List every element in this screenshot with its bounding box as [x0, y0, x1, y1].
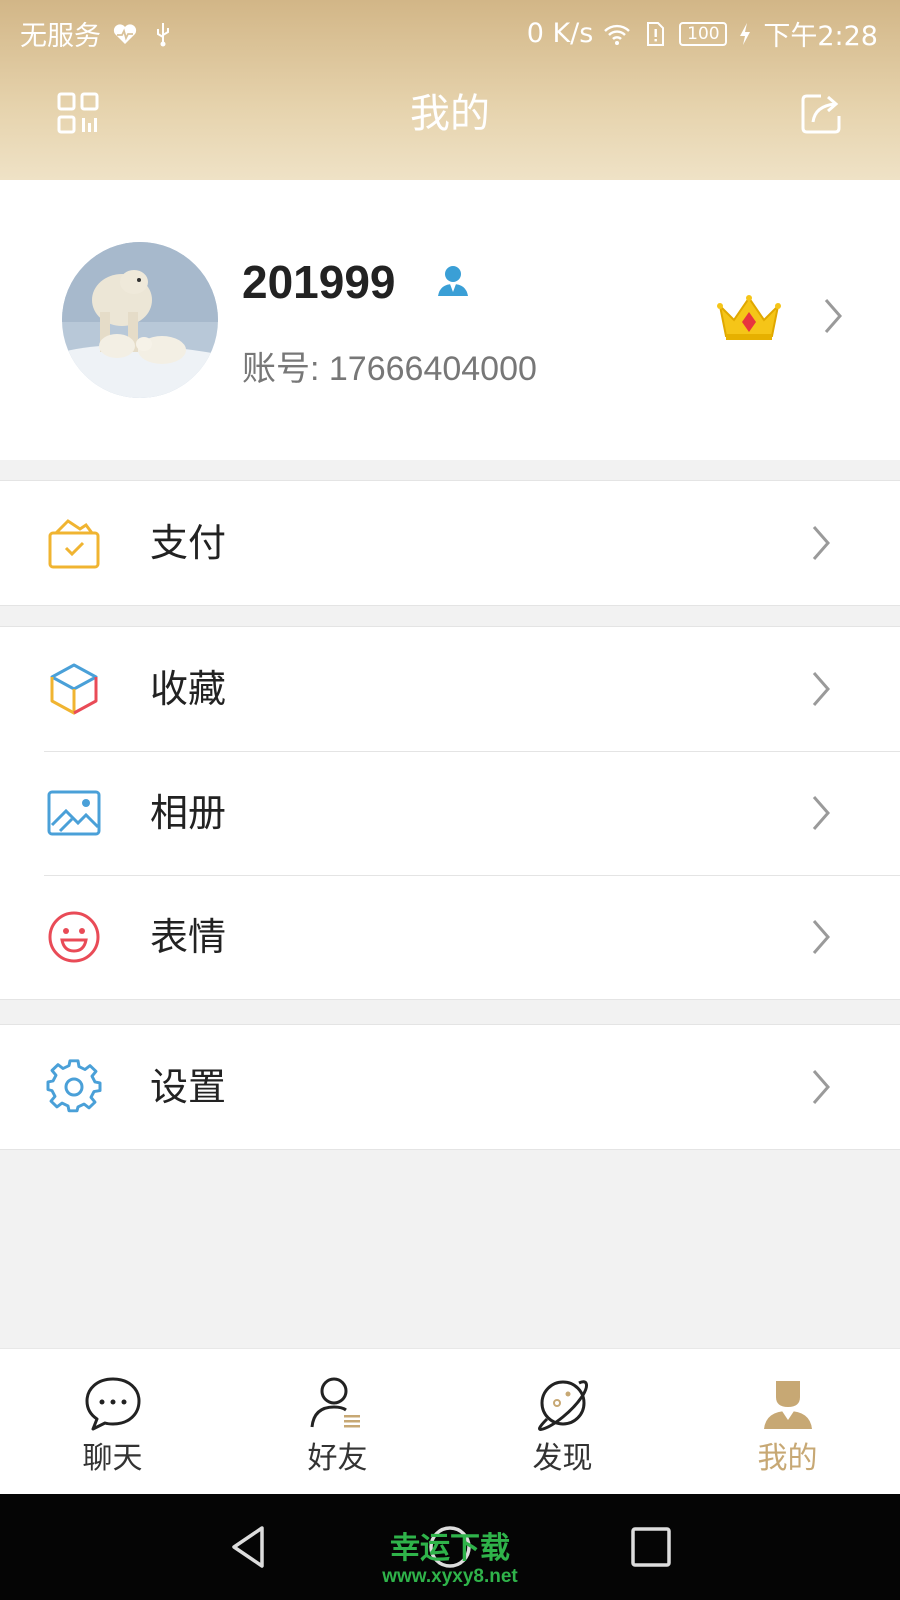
wifi-icon [603, 20, 631, 48]
tab-label-chat: 聊天 [82, 1441, 143, 1476]
tab-label-discover: 发现 [532, 1441, 593, 1476]
usb-icon [149, 20, 177, 48]
back-triangle-icon [232, 1526, 264, 1568]
tab-friends[interactable]: 好友 [225, 1349, 450, 1495]
menu-group-content: 收藏 相册 表情 [0, 626, 900, 1000]
planet-icon [533, 1373, 593, 1433]
watermark: 幸运下载 www.xyxy8.net [345, 1532, 555, 1588]
tab-me[interactable]: 我的 [675, 1349, 900, 1495]
menu-item-favorites[interactable]: 收藏 [0, 627, 900, 751]
menu-label-album: 相册 [150, 791, 227, 835]
battery-level-text: 100 [687, 23, 720, 44]
cube-icon [46, 661, 102, 717]
smiley-icon [46, 909, 102, 965]
menu-label-stickers: 表情 [150, 915, 227, 959]
chevron-right-icon [808, 669, 834, 709]
gear-icon [46, 1059, 102, 1115]
person-icon [758, 1373, 818, 1433]
menu-label-settings: 设置 [150, 1065, 227, 1109]
account-number: 账号: 17666404000 [242, 350, 537, 388]
menu-item-settings[interactable]: 设置 [0, 1025, 900, 1149]
charging-icon [737, 20, 753, 48]
avatar-polar-bear-image [62, 242, 218, 398]
user-icon [434, 262, 472, 300]
title-bar: 我的 [0, 64, 900, 180]
battery-icon: 100 [679, 21, 728, 46]
wallet-icon [46, 515, 102, 571]
page-title: 我的 [410, 91, 490, 137]
recents-square-icon [631, 1527, 671, 1567]
chevron-right-icon [808, 793, 834, 833]
net-speed-text: 0 K/s [526, 18, 594, 49]
menu-group-settings: 设置 [0, 1024, 900, 1150]
crown-icon[interactable] [716, 292, 782, 344]
heart-pulse-icon [111, 20, 139, 48]
carrier-text: 无服务 [20, 21, 101, 52]
menu-group-pay: 支付 [0, 480, 900, 606]
tab-label-me: 我的 [757, 1441, 818, 1476]
watermark-url: www.xyxy8.net [382, 1566, 518, 1587]
watermark-text: 幸运下载 [390, 1531, 510, 1566]
status-right: 0 K/s 100 下午2:28 [527, 14, 878, 53]
chat-bubble-icon [83, 1373, 143, 1433]
status-left: 无服务 [20, 14, 177, 53]
image-icon [46, 785, 102, 841]
tab-chat[interactable]: 聊天 [0, 1349, 225, 1495]
app-root: 无服务 0 K/s 100 下午2:28 我的 201999 账号: 17666… [0, 0, 900, 1600]
nickname: 201999 [242, 256, 396, 308]
chevron-right-icon [808, 917, 834, 957]
share-button[interactable] [797, 88, 847, 138]
chevron-right-icon [808, 1067, 834, 1107]
contacts-icon [308, 1373, 368, 1433]
menu-label-favorites: 收藏 [150, 667, 227, 711]
bottom-nav: 聊天 好友 发现 我的 [0, 1348, 900, 1494]
share-icon [801, 94, 841, 134]
menu-item-pay[interactable]: 支付 [0, 481, 900, 605]
profile-card[interactable]: 201999 账号: 17666404000 [0, 180, 900, 460]
status-bar: 无服务 0 K/s 100 下午2:28 [0, 0, 900, 64]
tab-label-friends: 好友 [307, 1441, 368, 1476]
recents-button[interactable] [628, 1524, 674, 1570]
chevron-right-icon [808, 523, 834, 563]
clock-text: 下午2:28 [763, 21, 878, 52]
avatar[interactable] [62, 242, 218, 398]
header: 无服务 0 K/s 100 下午2:28 我的 [0, 0, 900, 180]
profile-chevron-icon [820, 296, 846, 336]
menu-item-stickers[interactable]: 表情 [0, 875, 900, 999]
sim-alert-icon [641, 20, 669, 48]
menu-item-album[interactable]: 相册 [0, 751, 900, 875]
tab-discover[interactable]: 发现 [450, 1349, 675, 1495]
back-button[interactable] [226, 1524, 272, 1570]
menu-label-pay: 支付 [150, 521, 227, 565]
